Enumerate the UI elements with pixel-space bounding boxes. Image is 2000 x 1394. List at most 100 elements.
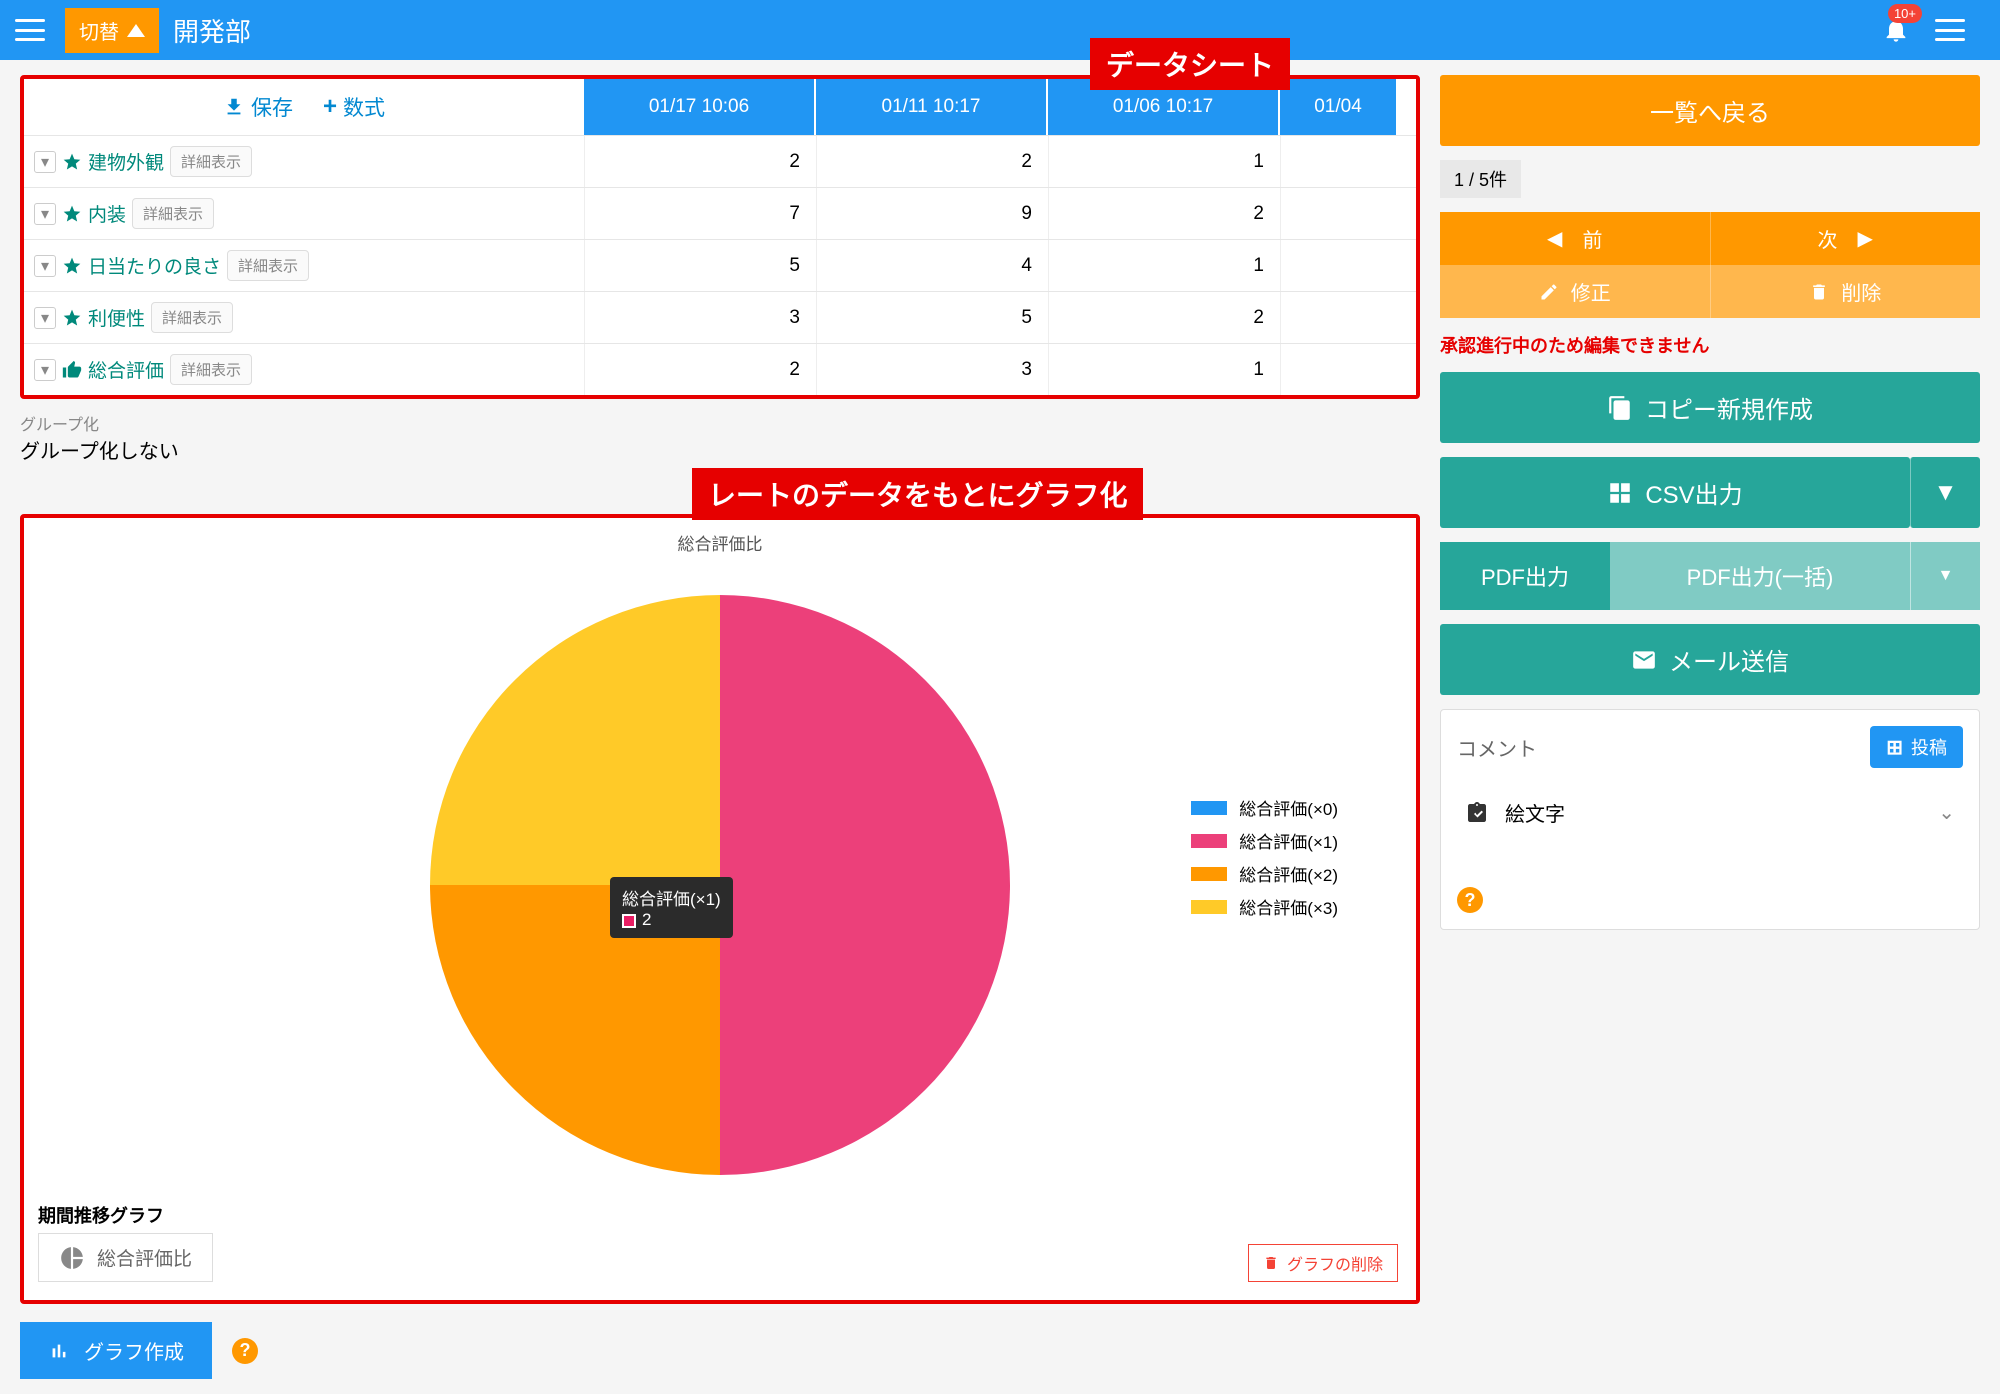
- plus-icon: +: [323, 93, 337, 121]
- detail-button[interactable]: 詳細表示: [132, 198, 214, 229]
- data-cell[interactable]: [1280, 344, 1396, 395]
- grouping-section: グループ化 グループ化しない: [20, 411, 1420, 464]
- trash-icon: [1809, 282, 1829, 302]
- date-header[interactable]: 01/04: [1280, 79, 1396, 135]
- legend-swatch-icon: [1191, 801, 1227, 815]
- comment-panel: コメント ⊞ 投稿 絵文字 ⌄ ?: [1440, 709, 1980, 930]
- back-to-list-button[interactable]: 一覧へ戻る: [1440, 75, 1980, 146]
- grouping-value[interactable]: グループ化しない: [20, 435, 1420, 464]
- star-icon: [62, 256, 82, 276]
- table-row: ▾ 内装 詳細表示 792: [24, 187, 1416, 239]
- row-expand-icon[interactable]: ▾: [34, 307, 56, 329]
- pdf-export-button[interactable]: PDF出力: [1440, 542, 1610, 610]
- chart-delete-button[interactable]: グラフの削除: [1248, 1244, 1398, 1282]
- table-row: ▾ 利便性 詳細表示 352: [24, 291, 1416, 343]
- post-comment-button[interactable]: ⊞ 投稿: [1870, 726, 1963, 768]
- pie-chart-icon: [59, 1245, 85, 1271]
- data-cell[interactable]: [1280, 292, 1396, 343]
- thumb-icon: [62, 360, 82, 380]
- table-row: ▾ 総合評価 詳細表示 231: [24, 343, 1416, 395]
- copy-icon: [1607, 395, 1633, 421]
- grid-icon: [1607, 480, 1633, 506]
- mail-send-button[interactable]: メール送信: [1440, 624, 1980, 695]
- data-cell[interactable]: 1: [1048, 136, 1280, 187]
- row-name: 総合評価: [88, 356, 164, 383]
- chevron-left-icon: ◀: [1547, 226, 1562, 251]
- table-row: ▾ 日当たりの良さ 詳細表示 541: [24, 239, 1416, 291]
- switch-label: 切替: [79, 16, 119, 45]
- data-cell[interactable]: [1280, 136, 1396, 187]
- row-expand-icon[interactable]: ▾: [34, 151, 56, 173]
- data-cell[interactable]: 9: [816, 188, 1048, 239]
- data-cell[interactable]: 7: [584, 188, 816, 239]
- emoji-row[interactable]: 絵文字 ⌄: [1457, 788, 1963, 837]
- detail-button[interactable]: 詳細表示: [170, 354, 252, 385]
- data-cell[interactable]: 1: [1048, 344, 1280, 395]
- grouping-label: グループ化: [20, 411, 1420, 435]
- legend-item[interactable]: 総合評価(×0): [1191, 795, 1338, 820]
- legend-item[interactable]: 総合評価(×3): [1191, 894, 1338, 919]
- save-button[interactable]: 保存: [223, 92, 293, 122]
- legend-item[interactable]: 総合評価(×1): [1191, 828, 1338, 853]
- edit-button[interactable]: 修正: [1440, 265, 1711, 318]
- prev-button[interactable]: ◀ 前: [1440, 212, 1711, 265]
- page-title: 開発部: [173, 12, 251, 49]
- legend-swatch-icon: [1191, 867, 1227, 881]
- help-icon[interactable]: ?: [232, 1338, 258, 1364]
- data-cell[interactable]: 2: [1048, 188, 1280, 239]
- chevron-down-icon: ▼: [1938, 567, 1954, 585]
- date-header[interactable]: 01/17 10:06: [584, 79, 816, 135]
- chart-create-button[interactable]: グラフ作成: [20, 1322, 212, 1379]
- annotation-chart: レートのデータをもとにグラフ化: [692, 468, 1143, 520]
- pdf-dropdown[interactable]: ▼: [1910, 542, 1980, 610]
- data-cell[interactable]: 5: [584, 240, 816, 291]
- table-row: ▾ 建物外観 詳細表示 221: [24, 135, 1416, 187]
- switch-button[interactable]: 切替: [65, 8, 159, 53]
- date-header[interactable]: 01/11 10:17: [816, 79, 1048, 135]
- right-menu-icon[interactable]: [1935, 19, 1965, 41]
- data-cell[interactable]: 2: [584, 136, 816, 187]
- chevron-down-icon: ▼: [1934, 479, 1958, 507]
- row-name: 建物外観: [88, 148, 164, 175]
- chart-title: 総合評価比: [42, 530, 1398, 555]
- next-button[interactable]: 次 ▶: [1711, 212, 1981, 265]
- data-cell[interactable]: 5: [816, 292, 1048, 343]
- chart-tooltip: 総合評価(×1) 2: [610, 877, 733, 938]
- help-icon[interactable]: ?: [1457, 887, 1483, 913]
- star-icon: [62, 204, 82, 224]
- detail-button[interactable]: 詳細表示: [151, 302, 233, 333]
- chart-area: 総合評価比 総合評価(×1) 2 総合評価(×0) 総合評価(×1) 総合評価(×2…: [20, 514, 1420, 1304]
- detail-button[interactable]: 詳細表示: [170, 146, 252, 177]
- period-chart-button[interactable]: 総合評価比: [38, 1233, 213, 1282]
- formula-button[interactable]: + 数式: [323, 92, 385, 122]
- row-name: 内装: [88, 200, 126, 227]
- bar-chart-icon: [48, 1340, 70, 1362]
- sheet-tools: 保存 + 数式: [24, 79, 584, 135]
- row-expand-icon[interactable]: ▾: [34, 203, 56, 225]
- menu-icon[interactable]: [15, 19, 45, 41]
- plus-box-icon: ⊞: [1886, 735, 1903, 760]
- data-cell[interactable]: 2: [584, 344, 816, 395]
- csv-dropdown[interactable]: ▼: [1910, 457, 1980, 528]
- triangle-up-icon: [127, 24, 145, 37]
- data-cell[interactable]: 1: [1048, 240, 1280, 291]
- data-cell[interactable]: 3: [584, 292, 816, 343]
- bell-icon[interactable]: 10+: [1882, 16, 1910, 44]
- delete-button[interactable]: 削除: [1711, 265, 1981, 318]
- data-cell[interactable]: 2: [1048, 292, 1280, 343]
- comment-title: コメント: [1457, 733, 1537, 762]
- data-cell[interactable]: [1280, 240, 1396, 291]
- csv-export-button[interactable]: CSV出力: [1440, 457, 1910, 528]
- row-expand-icon[interactable]: ▾: [34, 359, 56, 381]
- data-cell[interactable]: 4: [816, 240, 1048, 291]
- row-expand-icon[interactable]: ▾: [34, 255, 56, 277]
- data-cell[interactable]: 2: [816, 136, 1048, 187]
- lock-warning: 承認進行中のため編集できません: [1440, 332, 1980, 358]
- detail-button[interactable]: 詳細表示: [227, 250, 309, 281]
- datasheet: 保存 + 数式 01/17 10:06 01/11 10:17 01/06 10…: [20, 75, 1420, 399]
- data-cell[interactable]: 3: [816, 344, 1048, 395]
- copy-new-button[interactable]: コピー新規作成: [1440, 372, 1980, 443]
- data-cell[interactable]: [1280, 188, 1396, 239]
- legend-item[interactable]: 総合評価(×2): [1191, 861, 1338, 886]
- pdf-bulk-export-button[interactable]: PDF出力(一括): [1610, 542, 1910, 610]
